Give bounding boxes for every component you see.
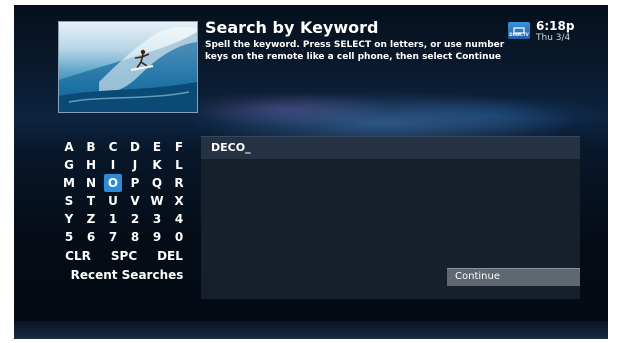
key-h[interactable]: H <box>82 156 100 174</box>
clock-time: 6:18p <box>536 19 575 33</box>
key-u[interactable]: U <box>104 192 122 210</box>
delete-key[interactable]: DEL <box>150 247 190 265</box>
search-panel: DECO_ Continue <box>201 136 580 299</box>
key-r[interactable]: R <box>170 174 188 192</box>
continue-label: Continue <box>455 271 500 282</box>
key-8[interactable]: 8 <box>126 228 144 246</box>
key-d[interactable]: D <box>126 138 144 156</box>
key-3[interactable]: 3 <box>148 210 166 228</box>
key-y[interactable]: Y <box>60 210 78 228</box>
key-5[interactable]: 5 <box>60 228 78 246</box>
key-n[interactable]: N <box>82 174 100 192</box>
key-z[interactable]: Z <box>82 210 100 228</box>
key-v[interactable]: V <box>126 192 144 210</box>
key-s[interactable]: S <box>60 192 78 210</box>
space-key[interactable]: SPC <box>104 247 144 265</box>
surfer-image <box>59 26 197 112</box>
tv-screen: Search by Keyword Spell the keyword. Pre… <box>14 5 608 339</box>
key-b[interactable]: B <box>82 138 100 156</box>
instructions-text: Spell the keyword. Press SELECT on lette… <box>205 40 505 62</box>
continue-button[interactable]: Continue <box>447 268 580 286</box>
bottom-bar <box>14 321 608 339</box>
key-e[interactable]: E <box>148 138 166 156</box>
key-m[interactable]: M <box>60 174 78 192</box>
key-1[interactable]: 1 <box>104 210 122 228</box>
clock-date: Thu 3/4 <box>536 33 571 43</box>
key-2[interactable]: 2 <box>126 210 144 228</box>
directv-logo-icon: DIRECTV <box>508 22 530 39</box>
key-k[interactable]: K <box>148 156 166 174</box>
recent-searches-key[interactable]: Recent Searches <box>58 266 196 284</box>
key-c[interactable]: C <box>104 138 122 156</box>
key-l[interactable]: L <box>170 156 188 174</box>
onscreen-keyboard: A B C D E F G H I J K L M N O P Q R S T … <box>58 136 196 298</box>
clear-key[interactable]: CLR <box>58 247 98 265</box>
key-g[interactable]: G <box>60 156 78 174</box>
key-t[interactable]: T <box>82 192 100 210</box>
search-entry-text[interactable]: DECO_ <box>211 141 251 154</box>
key-6[interactable]: 6 <box>82 228 100 246</box>
key-9[interactable]: 9 <box>148 228 166 246</box>
key-f[interactable]: F <box>170 138 188 156</box>
key-p[interactable]: P <box>126 174 144 192</box>
key-q[interactable]: Q <box>148 174 166 192</box>
page-title: Search by Keyword <box>205 18 379 37</box>
search-entry-row: DECO_ <box>201 137 580 159</box>
key-i[interactable]: I <box>104 156 122 174</box>
key-x[interactable]: X <box>170 192 188 210</box>
key-7[interactable]: 7 <box>104 228 122 246</box>
surfer-thumbnail <box>58 21 198 113</box>
logo-text: DIRECTV <box>509 32 529 37</box>
key-w[interactable]: W <box>148 192 166 210</box>
key-0[interactable]: 0 <box>170 228 188 246</box>
key-o-selected[interactable]: O <box>104 174 122 192</box>
key-j[interactable]: J <box>126 156 144 174</box>
key-4[interactable]: 4 <box>170 210 188 228</box>
key-a[interactable]: A <box>60 138 78 156</box>
